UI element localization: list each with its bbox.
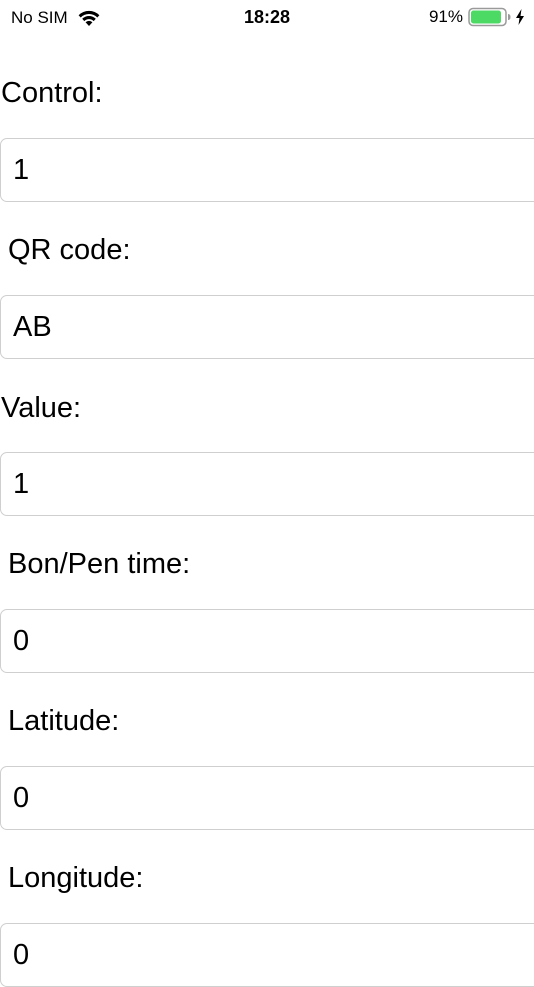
charging-bolt-icon: [516, 9, 524, 25]
latitude-label: Latitude:: [8, 705, 120, 737]
longitude-label: Longitude:: [8, 862, 144, 894]
battery-indicator: 91%: [429, 7, 525, 27]
value-input[interactable]: [1, 453, 534, 515]
battery-percent: 91%: [428, 7, 463, 26]
qr-code-field[interactable]: [0, 295, 534, 359]
value-field[interactable]: [0, 452, 534, 516]
bon-pen-time-label: Bon/Pen time:: [8, 548, 191, 580]
longitude-field[interactable]: [0, 923, 534, 987]
control-label: Control:: [1, 77, 103, 109]
bon-pen-time-input[interactable]: [1, 610, 534, 672]
control-input[interactable]: [1, 139, 534, 201]
value-label: Value:: [1, 392, 82, 424]
battery-icon: [468, 7, 511, 27]
qr-code-input[interactable]: [1, 296, 534, 358]
latitude-input[interactable]: [1, 767, 534, 829]
control-field[interactable]: [0, 138, 534, 202]
status-bar: No SIM 18:28 91%: [0, 0, 534, 36]
longitude-input[interactable]: [1, 924, 534, 986]
bon-pen-time-field[interactable]: [0, 609, 534, 673]
latitude-field[interactable]: [0, 766, 534, 830]
qr-code-label: QR code:: [8, 234, 131, 266]
